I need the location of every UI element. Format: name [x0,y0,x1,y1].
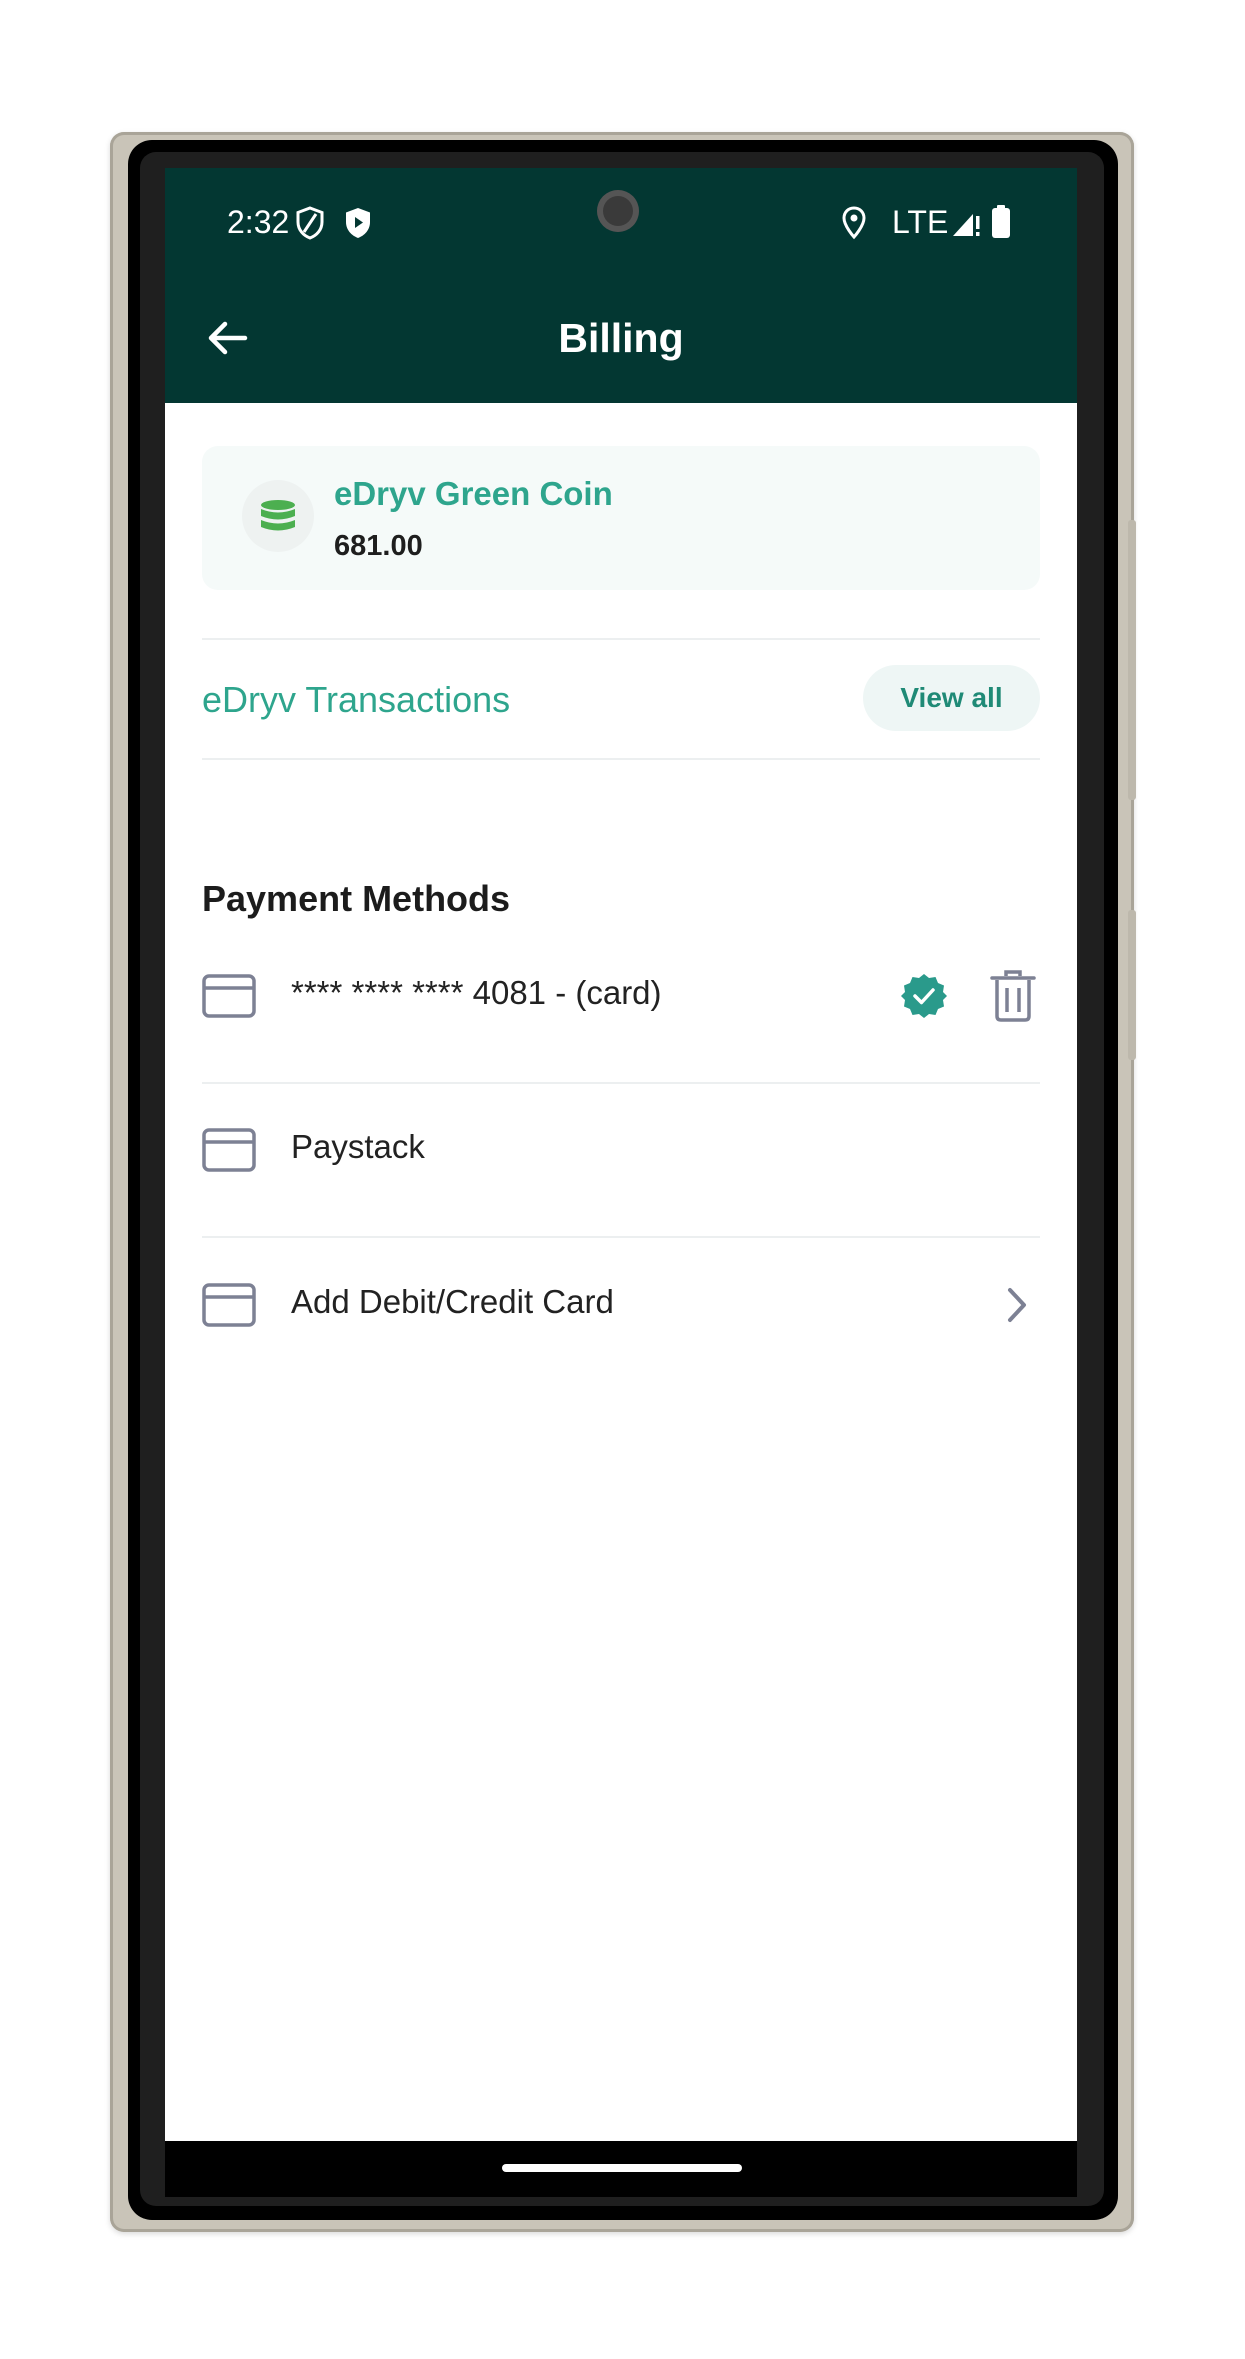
payment-method-paystack[interactable]: Paystack [202,1100,1040,1200]
location-icon [841,206,867,245]
add-card-row[interactable]: Add Debit/Credit Card [202,1255,1040,1355]
battery-icon [991,205,1011,244]
volume-button [1128,520,1136,800]
shield-icon [295,206,325,245]
front-camera [597,190,639,232]
verified-check-icon [900,972,948,1025]
page-title: Billing [558,315,684,361]
credit-card-icon [202,974,256,1023]
credit-card-icon [202,1283,256,1332]
credit-card-icon [202,1128,256,1177]
coin-name: eDryv Green Coin [334,475,613,512]
security-play-icon [343,206,373,245]
signal-icon [951,208,983,243]
payment-methods-title: Payment Methods [202,878,511,919]
chevron-right-icon [1004,1285,1030,1330]
add-card-label: Add Debit/Credit Card [291,1283,614,1320]
view-all-button[interactable]: View all [863,665,1040,731]
status-time: 2:32 [227,204,290,240]
coin-balance: 681.00 [334,530,423,562]
delete-icon[interactable] [990,970,1036,1027]
payment-method-card[interactable]: **** **** **** 4081 - (card) [202,946,1040,1046]
divider [202,638,1040,640]
app-bar: 2:32 LTE Billing [165,168,1077,403]
transactions-label: eDryv Transactions [202,679,511,720]
network-type: LTE [892,204,949,240]
payment-method-label: Paystack [291,1128,425,1165]
coin-stack-icon [242,480,314,552]
divider [202,758,1040,760]
coin-balance-card: eDryv Green Coin 681.00 [202,446,1040,590]
divider [202,1082,1040,1084]
screen: 2:32 LTE Billing eDryv Green Coin 681.00… [165,168,1077,2141]
divider [202,1236,1040,1238]
power-button [1128,910,1136,1060]
payment-method-label: **** **** **** 4081 - (card) [291,974,662,1011]
home-indicator[interactable] [502,2164,742,2172]
